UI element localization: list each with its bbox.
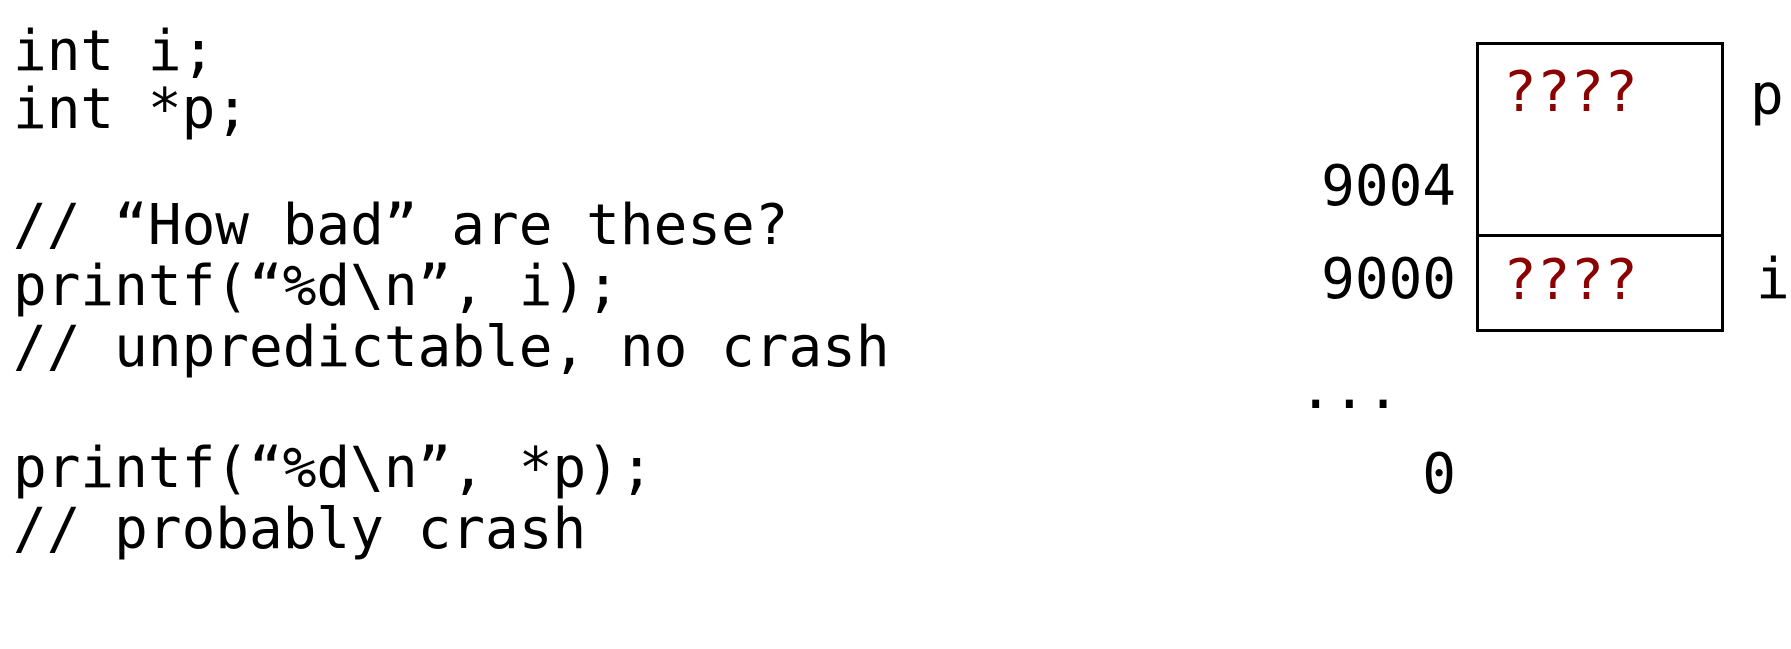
variable-label-i: i [1756,247,1790,312]
code-line-printf-p: printf(“%d\n”, *p); [13,436,654,501]
variable-label-p: p [1750,63,1784,128]
memory-cell-p-value: ???? [1503,60,1638,125]
code-line-comment-crash: // probably crash [13,497,587,562]
memory-cell-i: ???? [1476,234,1724,332]
memory-cell-p: ???? [1476,42,1724,237]
address-label-9004: 9004 [1321,154,1456,219]
address-label-9000: 9000 [1321,247,1456,312]
code-line-printf-i: printf(“%d\n”, i); [13,254,620,319]
address-label-0: 0 [1422,442,1456,507]
memory-cell-i-value: ???? [1503,248,1638,313]
code-line-int-i: int i; [13,19,216,84]
code-line-int-p: int *p; [13,77,250,142]
code-line-comment-no-crash: // unpredictable, no crash [13,315,890,380]
address-ellipsis: ... [1298,357,1400,422]
code-line-comment-how-bad: // “How bad” are these? [13,193,789,258]
